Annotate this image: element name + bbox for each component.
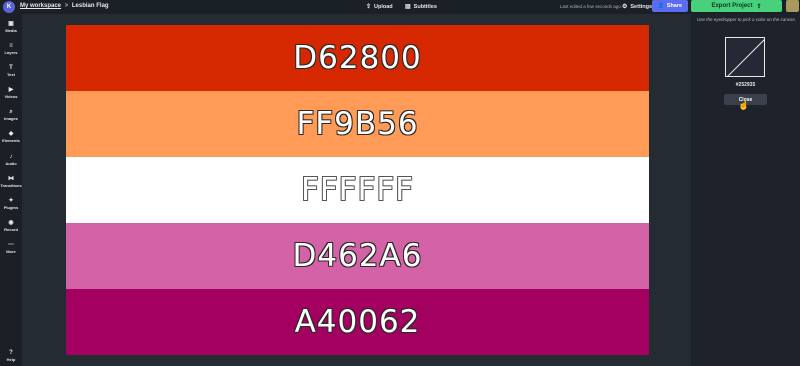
avatar[interactable] xyxy=(786,0,799,12)
images-icon: ⌕ xyxy=(9,109,13,115)
subtitles-button[interactable]: ▤ Subtitles xyxy=(405,3,437,11)
sidebar-item-label: Record xyxy=(4,227,18,232)
upload-button[interactable]: ⇪ Upload xyxy=(366,3,393,11)
sidebar-item-media[interactable]: ▣ Media xyxy=(0,21,22,33)
sidebar-item-text[interactable]: T Text xyxy=(0,65,22,77)
flag-stripe[interactable]: D462A6 xyxy=(66,223,649,289)
sidebar-item-audio[interactable]: ♪ Audio xyxy=(0,154,22,166)
sidebar-item-label: Layers xyxy=(4,50,18,55)
sidebar-item-help[interactable]: ? Help xyxy=(0,350,22,362)
stripe-label[interactable]: FFFFFF xyxy=(301,172,414,208)
sidebar-item-label: More xyxy=(6,249,16,254)
settings-label: Settings xyxy=(630,3,653,10)
export-label: Export Project xyxy=(711,3,753,9)
text-icon: T xyxy=(9,65,13,71)
share-button[interactable]: 👤 Share xyxy=(652,0,688,12)
sidebar-item-layers[interactable]: ≡ Layers xyxy=(0,43,22,55)
breadcrumb: My workspace > Lesbian Flag xyxy=(20,3,109,9)
eyedropper-hint: Use the eyedropper to pick a color on th… xyxy=(697,17,797,22)
transitions-icon: ⧓ xyxy=(8,176,14,182)
sidebar-item-images[interactable]: ⌕ Images xyxy=(0,109,22,121)
color-picker-panel: Use the eyedropper to pick a color on th… xyxy=(691,14,800,366)
color-swatch[interactable] xyxy=(725,37,765,77)
flag-canvas[interactable]: D62800 FF9B56 FFFFFF D462A6 A40062 xyxy=(66,25,649,355)
share-label: Share xyxy=(666,3,683,9)
audio-icon: ♪ xyxy=(9,154,13,160)
sidebar-item-label: Audio xyxy=(5,161,17,166)
layers-icon: ≡ xyxy=(9,43,13,49)
sidebar-item-transitions[interactable]: ⧓ Transitions xyxy=(0,176,22,188)
settings-button[interactable]: ⚙ Settings xyxy=(622,3,653,11)
sidebar-item-label: Plugins xyxy=(3,205,19,210)
sidebar-item-label: Videos xyxy=(4,94,18,99)
sidebar-item-label: Transitions xyxy=(0,183,22,188)
cursor-icon: ☝ xyxy=(738,100,750,110)
sidebar-item-more[interactable]: ⋯ More xyxy=(0,242,22,254)
project-title[interactable]: Lesbian Flag xyxy=(72,3,109,9)
edited-status: Last edited a few seconds ago. xyxy=(560,4,623,9)
sidebar-item-label: Text xyxy=(7,72,15,77)
stripe-label[interactable]: D462A6 xyxy=(293,238,423,274)
help-icon: ? xyxy=(9,350,13,356)
hex-value: #252935 xyxy=(735,82,756,88)
person-icon: 👤 xyxy=(657,3,665,9)
elements-icon: ◆ xyxy=(8,131,14,137)
top-bar: K My workspace > Lesbian Flag ⇪ Upload ▤… xyxy=(0,0,800,14)
flag-stripe[interactable]: A40062 xyxy=(66,289,649,355)
sidebar-item-label: Images xyxy=(4,116,18,121)
record-icon: ◉ xyxy=(8,220,14,226)
upload-label: Upload xyxy=(374,3,393,10)
app-logo[interactable]: K xyxy=(3,1,15,13)
export-project-button[interactable]: Export Project ⇧ xyxy=(691,0,782,12)
stripe-label[interactable]: FF9B56 xyxy=(296,106,418,142)
upload-icon: ⇪ xyxy=(366,4,372,10)
gear-icon: ⚙ xyxy=(622,4,628,10)
subtitles-icon: ▤ xyxy=(405,4,411,10)
media-icon: ▣ xyxy=(8,21,14,27)
flag-stripe[interactable]: D62800 xyxy=(66,25,649,91)
sidebar-item-label: Media xyxy=(5,28,17,33)
left-sidebar: ▣ Media ≡ Layers T Text ▶ Videos ⌕ Image… xyxy=(0,14,22,366)
sidebar-item-videos[interactable]: ▶ Videos xyxy=(0,87,22,99)
sidebar-item-elements[interactable]: ◆ Elements xyxy=(0,131,22,143)
stripe-label[interactable]: A40062 xyxy=(295,304,421,340)
export-icon: ⇧ xyxy=(756,3,762,10)
flag-stripe[interactable]: FF9B56 xyxy=(66,91,649,157)
breadcrumb-separator: > xyxy=(64,3,69,9)
sidebar-item-record[interactable]: ◉ Record xyxy=(0,220,22,232)
stripe-label[interactable]: D62800 xyxy=(293,40,422,76)
sidebar-item-label: Help xyxy=(6,357,16,362)
subtitles-label: Subtitles xyxy=(413,3,437,10)
more-icon: ⋯ xyxy=(8,242,14,248)
sidebar-item-plugins[interactable]: ✦ Plugins xyxy=(0,198,22,210)
videos-icon: ▶ xyxy=(8,87,14,93)
workspace-link[interactable]: My workspace xyxy=(20,3,61,9)
flag-stripe[interactable]: FFFFFF xyxy=(66,157,649,223)
no-color-icon xyxy=(727,39,764,76)
plugins-icon: ✦ xyxy=(8,198,14,204)
sidebar-item-label: Elements xyxy=(2,138,20,143)
